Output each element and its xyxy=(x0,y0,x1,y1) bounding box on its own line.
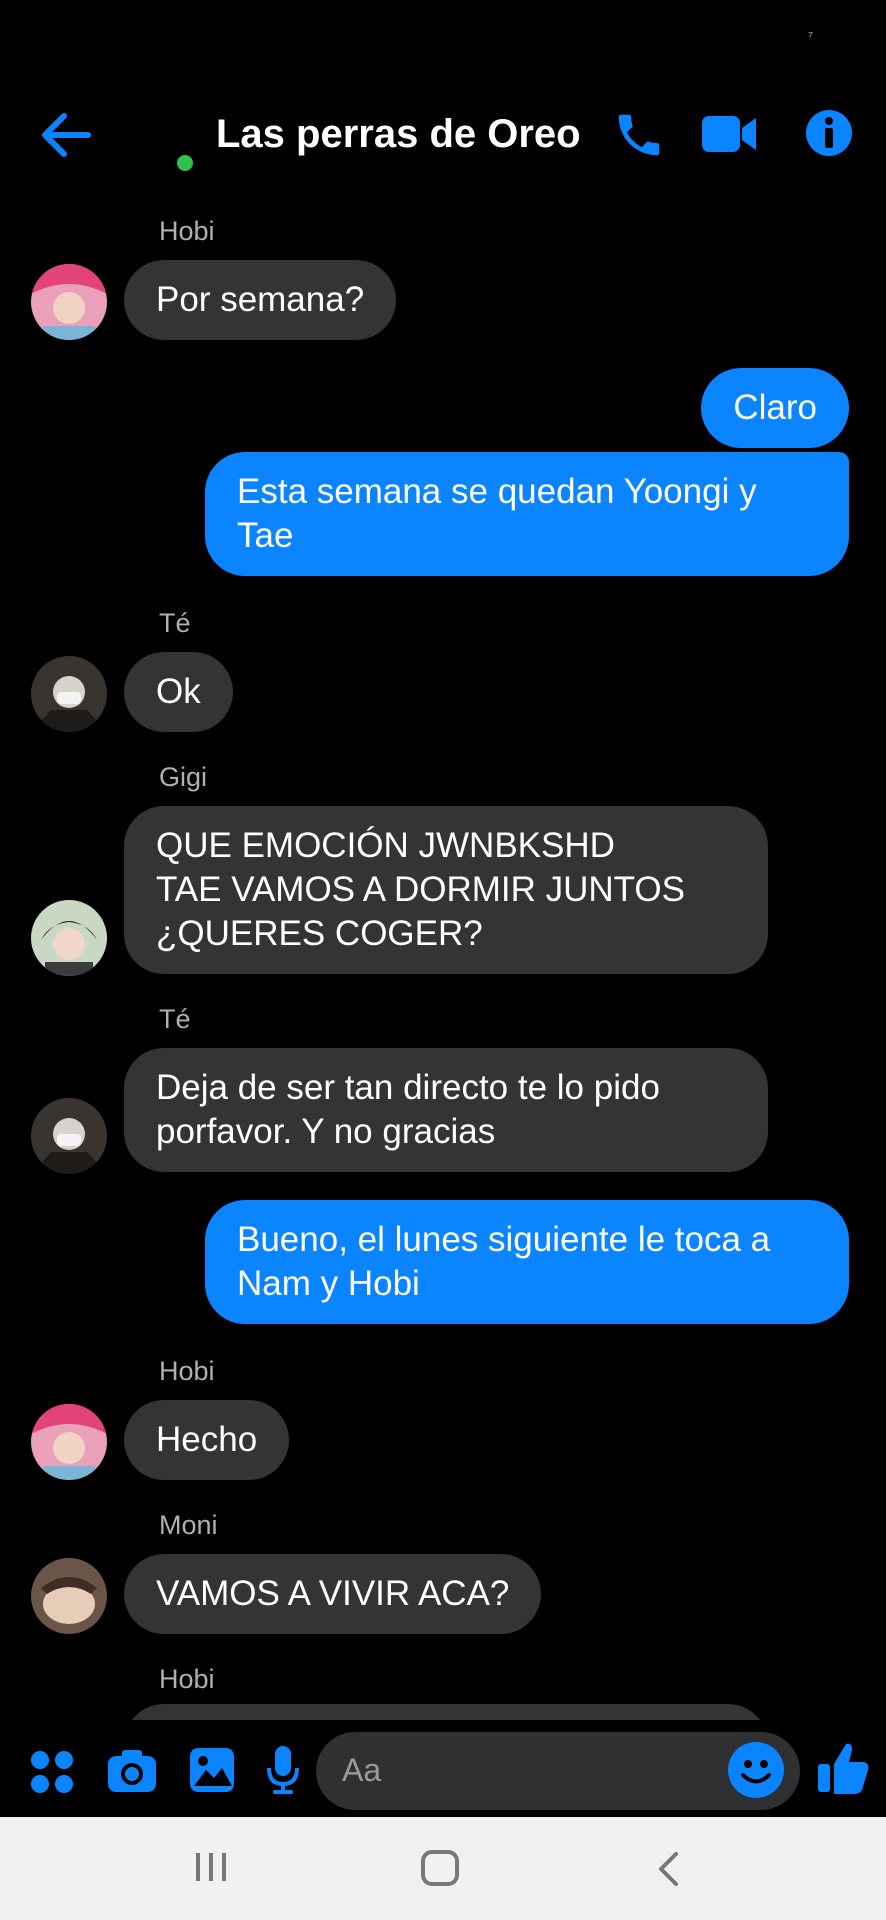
avatar-moni[interactable] xyxy=(31,1558,107,1634)
message-bubble[interactable]: Bueno, el lunes siguiente le toca a Nam y… xyxy=(205,1200,849,1324)
recent-apps-icon[interactable] xyxy=(194,1851,228,1888)
sender-name: Gigi xyxy=(159,762,208,792)
avatar-hobi[interactable] xyxy=(31,1404,107,1480)
status-icon: ⁷ xyxy=(808,28,814,44)
emoji-icon[interactable] xyxy=(728,1742,784,1798)
message-bubble[interactable]: Deja de ser tan directo te lo pido porfav… xyxy=(124,1048,768,1172)
thumbs-up-icon[interactable] xyxy=(816,1740,870,1801)
avatar-hobi[interactable] xyxy=(31,264,107,340)
message-bubble[interactable]: Por semana? xyxy=(124,260,397,340)
microphone-icon[interactable] xyxy=(266,1744,300,1801)
composer-bar: Aa xyxy=(0,1726,886,1816)
sender-name: Té xyxy=(159,1004,191,1034)
avatar-te[interactable] xyxy=(31,656,107,732)
sender-name: Té xyxy=(159,608,191,638)
message-bubble[interactable]: Esta semana se quedan Yoongi y Tae xyxy=(205,452,849,576)
system-nav-bar xyxy=(0,1817,886,1920)
avatar-gigi[interactable] xyxy=(31,900,107,976)
info-icon[interactable] xyxy=(804,108,854,163)
chat-header: Las perras de Oreo xyxy=(0,90,886,180)
sender-name: Moni xyxy=(159,1510,218,1540)
message-bubble[interactable]: VAMOS A VIVIR ACA? xyxy=(124,1554,542,1634)
message-bubble[interactable]: Claro xyxy=(701,368,849,448)
camera-icon[interactable] xyxy=(106,1748,158,1799)
message-list[interactable]: Hobi Por semana? Claro Esta semana se qu… xyxy=(0,180,886,1720)
home-icon[interactable] xyxy=(420,1849,460,1892)
sender-name: Hobi xyxy=(159,1664,215,1694)
message-bubble[interactable]: QUE EMOCIÓN JWNBKSHD TAE VAMOS A DORMIR J… xyxy=(124,806,768,974)
message-bubble[interactable]: Ok xyxy=(124,652,233,732)
message-input-placeholder: Aa xyxy=(342,1752,382,1788)
gallery-icon[interactable] xyxy=(188,1746,236,1799)
chat-title[interactable]: Las perras de Oreo xyxy=(216,112,581,157)
back-arrow-icon[interactable] xyxy=(40,112,92,158)
online-indicator xyxy=(174,152,196,174)
sender-name: Hobi xyxy=(159,1356,215,1386)
message-bubble[interactable]: Hecho xyxy=(124,1400,290,1480)
apps-icon[interactable] xyxy=(30,1750,74,1799)
phone-icon[interactable] xyxy=(612,108,666,167)
back-nav-icon[interactable] xyxy=(656,1851,680,1892)
video-call-icon[interactable] xyxy=(700,112,758,161)
message-input[interactable]: Aa xyxy=(316,1732,800,1810)
message-bubble-partial[interactable] xyxy=(124,1704,768,1720)
avatar-te[interactable] xyxy=(31,1098,107,1174)
sender-name: Hobi xyxy=(159,216,215,246)
